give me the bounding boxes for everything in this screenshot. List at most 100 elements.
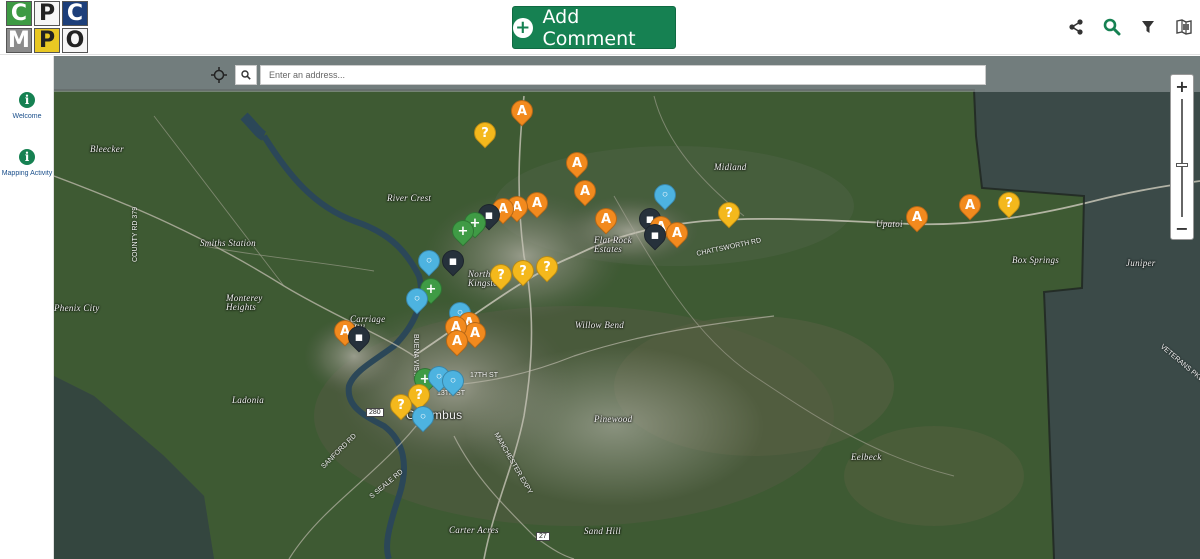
sidebar-item-label: Welcome	[12, 113, 42, 120]
sidebar-item-welcome[interactable]: i Welcome	[0, 92, 54, 120]
zoom-control: + −	[1170, 74, 1194, 240]
road-project-marker[interactable]: A	[661, 217, 693, 250]
road-project-icon: A	[451, 333, 463, 349]
add-comment-button[interactable]: + Add Comment	[512, 5, 676, 50]
road-project-icon: A	[516, 103, 528, 119]
place-label: Smiths Station	[200, 238, 256, 248]
truck-icon: ▪	[354, 329, 364, 345]
question-marker[interactable]: ?	[485, 259, 517, 292]
road-project-icon: A	[964, 197, 976, 213]
sidebar-item-label: Mapping Activity	[1, 170, 53, 177]
zoom-slider-track[interactable]	[1181, 99, 1183, 217]
route-shield: 280	[366, 408, 384, 417]
search-icon[interactable]	[1102, 14, 1122, 40]
app-root: C P C M P O + Add Comment i Welcome i Ma…	[0, 0, 1200, 559]
thumbs-up-icon: +	[457, 223, 469, 239]
place-label: Juniper	[1126, 258, 1156, 268]
truck-marker[interactable]: ▪	[639, 219, 671, 252]
info-icon: i	[19, 92, 35, 108]
truck-marker[interactable]: ▪	[437, 245, 469, 278]
address-search-bar	[54, 56, 1200, 92]
address-search-button[interactable]	[235, 65, 257, 85]
bicycle-marker[interactable]: ◦	[407, 401, 439, 434]
add-comment-label: Add Comment	[542, 5, 636, 50]
truck-icon: ▪	[650, 227, 660, 243]
bicycle-icon: ◦	[660, 187, 670, 203]
road-project-marker[interactable]: A	[561, 147, 593, 180]
place-label: Carter Acres	[449, 525, 499, 535]
logo-letter: C	[6, 1, 32, 26]
road-project-icon: A	[911, 209, 923, 225]
question-icon: ?	[725, 205, 733, 221]
address-search-input[interactable]	[260, 65, 986, 85]
question-icon: ?	[1005, 195, 1013, 211]
place-label: Bleecker	[90, 144, 124, 154]
road-project-icon: A	[600, 211, 612, 227]
road-project-marker[interactable]: A	[569, 175, 601, 208]
bicycle-icon: ◦	[418, 409, 428, 425]
logo-letter: P	[34, 28, 60, 53]
road-project-marker[interactable]: A	[521, 187, 553, 220]
question-icon: ?	[519, 263, 527, 279]
route-shield: 27	[536, 532, 550, 541]
question-marker[interactable]: ?	[385, 389, 417, 422]
share-icon[interactable]	[1066, 14, 1086, 40]
filter-icon[interactable]	[1138, 14, 1158, 40]
question-icon: ?	[497, 267, 505, 283]
question-marker[interactable]: ?	[531, 251, 563, 284]
road-project-marker[interactable]: A	[441, 325, 473, 358]
place-label: Pinewood	[594, 414, 633, 424]
zoom-out-button[interactable]: −	[1171, 219, 1193, 238]
road-project-marker[interactable]: A	[954, 189, 986, 222]
question-icon: ?	[481, 125, 489, 141]
question-marker[interactable]: ?	[507, 255, 539, 288]
map-legend-icon[interactable]	[1174, 14, 1194, 40]
logo-letter: C	[62, 1, 88, 26]
thumbs-up-marker[interactable]: +	[447, 215, 479, 248]
truck-icon: ▪	[448, 253, 458, 269]
info-icon: i	[19, 149, 35, 165]
road-project-icon: A	[671, 225, 683, 241]
place-label: River Crest	[387, 193, 432, 203]
bicycle-icon: ◦	[412, 291, 422, 307]
road-label: COUNTY RD 379	[132, 206, 139, 262]
magnifier-icon	[241, 70, 251, 80]
top-header: C P C M P O + Add Comment	[0, 0, 1200, 55]
bicycle-marker[interactable]: ◦	[437, 365, 469, 398]
bicycle-icon: ◦	[424, 253, 434, 269]
road-project-marker[interactable]: A	[590, 203, 622, 236]
place-label: Sand Hill	[584, 526, 621, 536]
logo-letter: M	[6, 28, 32, 53]
place-label: Midland	[714, 162, 747, 172]
question-marker[interactable]: ?	[469, 117, 501, 150]
road-project-icon: A	[579, 183, 591, 199]
cpc-mpo-logo: C P C M P O	[6, 1, 92, 54]
place-label: Upatoi	[876, 219, 903, 229]
locate-me-icon[interactable]	[208, 64, 230, 86]
question-marker[interactable]: ?	[713, 197, 745, 230]
bicycle-marker[interactable]: ◦	[413, 245, 445, 278]
road-project-marker[interactable]: A	[506, 95, 538, 128]
zoom-slider-thumb[interactable]	[1176, 163, 1188, 167]
place-label: Box Springs	[1012, 255, 1060, 265]
road-label: 17TH ST	[470, 372, 499, 379]
bicycle-marker[interactable]: ◦	[401, 283, 433, 316]
map-view[interactable]: + − Bleecker River Crest Midland Flat Ro…	[54, 56, 1200, 559]
truck-marker[interactable]: ▪	[343, 321, 375, 354]
question-icon: ?	[397, 397, 405, 413]
bicycle-icon: ◦	[448, 373, 458, 389]
place-label: Eelbeck	[851, 452, 882, 462]
zoom-in-button[interactable]: +	[1171, 77, 1193, 96]
logo-letter: P	[34, 1, 60, 26]
road-project-marker[interactable]: A	[901, 201, 933, 234]
left-sidebar: i Welcome i Mapping Activity	[0, 56, 54, 559]
road-project-icon: A	[571, 155, 583, 171]
sidebar-item-mapping-activity[interactable]: i Mapping Activity	[0, 149, 54, 177]
road-project-icon: A	[531, 195, 543, 211]
question-marker[interactable]: ?	[993, 187, 1025, 220]
logo-letter: O	[62, 28, 88, 53]
plus-circle-icon: +	[513, 17, 533, 38]
question-icon: ?	[543, 259, 551, 275]
place-label: Ladonia	[232, 395, 265, 405]
place-label: Flat Rock Estates	[594, 235, 632, 254]
